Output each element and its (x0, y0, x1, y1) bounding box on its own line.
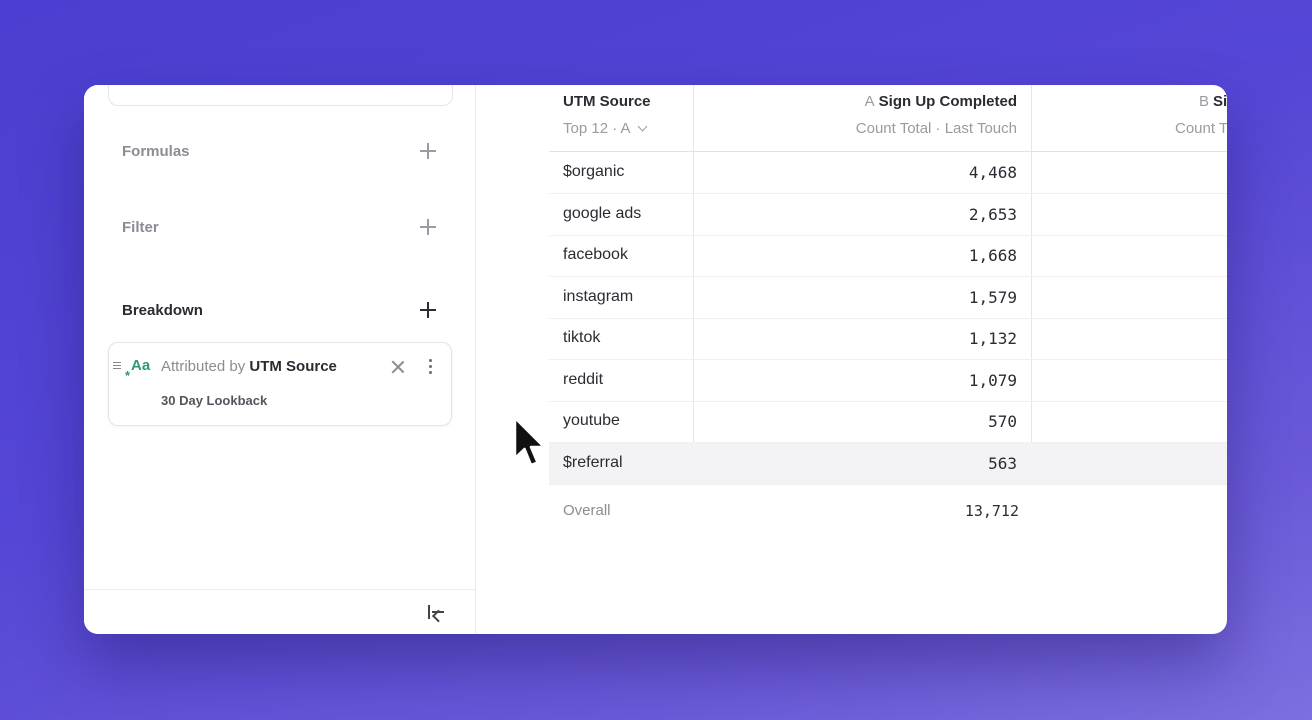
breakdown-attribution-label: Attributed by UTM Source (161, 358, 337, 375)
row-value: 1,079 (968, 371, 1017, 390)
text-type-icon: Aa * (125, 357, 151, 383)
row-label: reddit (563, 371, 604, 388)
row-value: 2,653 (968, 205, 1017, 224)
previous-event-card[interactable] (108, 85, 453, 106)
column-a-subtitle: Count Total · Last Touch (855, 120, 1017, 137)
top-n-selector[interactable]: Top 12 · A (563, 120, 647, 137)
results-table: UTM Source Top 12 · A A Sign Up Completed… (476, 85, 1227, 634)
filter-section: Filter (122, 215, 437, 239)
text-type-icon-glyph: Aa (131, 357, 151, 374)
table-row[interactable]: youtube 570 (549, 401, 1227, 443)
overall-label: Overall (563, 502, 611, 519)
chevron-down-icon (637, 121, 647, 132)
formulas-section: Formulas (122, 139, 437, 163)
lookback-window[interactable]: 30 Day Lookback (161, 393, 267, 408)
row-label: youtube (563, 412, 620, 429)
row-label: $referral (563, 454, 623, 471)
table-row-hovered[interactable]: $referral 563 (549, 443, 1227, 485)
column-b-title: Si (1213, 93, 1227, 110)
breakdown-section: Breakdown (122, 298, 437, 322)
row-value: 570 (988, 412, 1017, 431)
column-a-letter: A (864, 93, 875, 110)
app-window: Formulas Filter Breakdown Aa * Attribute… (84, 85, 1227, 634)
row-value: 1,579 (968, 288, 1017, 307)
formulas-title: Formulas (122, 142, 190, 160)
table-row[interactable]: facebook 1,668 (549, 235, 1227, 277)
row-label: facebook (563, 246, 628, 263)
attribution-prefix: Attributed by (161, 358, 246, 375)
drag-handle-icon[interactable] (113, 362, 121, 372)
table-row[interactable]: reddit 1,079 (549, 360, 1227, 402)
row-value: 4,468 (968, 163, 1017, 182)
add-filter-button[interactable] (419, 218, 437, 236)
query-builder-sidebar: Formulas Filter Breakdown Aa * Attribute… (84, 85, 476, 634)
row-value: 1,668 (968, 246, 1017, 265)
breakdown-item-card[interactable]: Aa * Attributed by UTM Source 30 Day Loo… (108, 342, 452, 426)
more-options-icon[interactable] (427, 359, 433, 377)
overall-value: 13,712 (964, 502, 1019, 520)
column-a-header[interactable]: A Sign Up Completed (865, 93, 1017, 110)
column-a-title: Sign Up Completed (878, 93, 1017, 110)
table-row[interactable]: tiktok 1,132 (549, 318, 1227, 360)
filter-title: Filter (122, 218, 159, 236)
row-label: tiktok (563, 329, 601, 346)
remove-breakdown-icon[interactable] (388, 357, 408, 377)
utm-source-header[interactable]: UTM Source (563, 93, 651, 110)
breakdown-title: Breakdown (122, 301, 203, 319)
table-row[interactable]: instagram 1,579 (549, 277, 1227, 319)
breakdown-property-name[interactable]: UTM Source (249, 358, 337, 375)
column-b-letter: B (1199, 93, 1210, 110)
add-formula-button[interactable] (419, 142, 437, 160)
row-value: 1,132 (968, 329, 1017, 348)
top-n-label: Top 12 · A (563, 120, 631, 137)
column-b-header[interactable]: B Si (1199, 93, 1227, 110)
row-label: $organic (563, 163, 625, 180)
row-label: google ads (563, 205, 642, 222)
sidebar-footer (84, 589, 475, 634)
add-breakdown-button[interactable] (419, 301, 437, 319)
table-row[interactable]: $organic 4,468 (549, 152, 1227, 194)
collapse-left-icon[interactable] (427, 604, 445, 623)
table-row[interactable]: google ads 2,653 (549, 194, 1227, 236)
row-value: 563 (988, 454, 1017, 473)
column-b-subtitle: Count T (1175, 120, 1227, 137)
row-label: instagram (563, 288, 634, 305)
